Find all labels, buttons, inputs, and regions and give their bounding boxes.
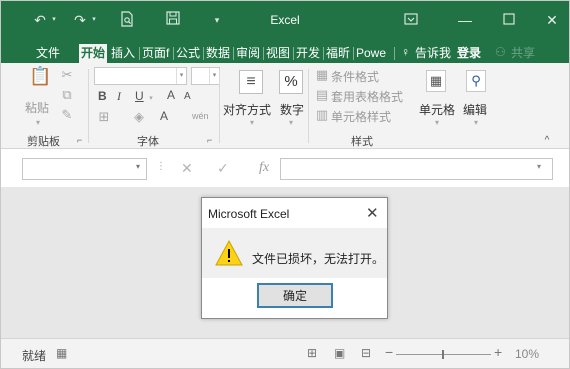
- tab-review[interactable]: 审阅: [234, 44, 262, 63]
- formula-bar: ▾ ⋮ ✕ ✓ fx ▾: [1, 149, 569, 187]
- cells-icon[interactable]: ▦: [426, 70, 446, 92]
- font-name-combo[interactable]: ▾: [94, 67, 187, 85]
- cancel-icon[interactable]: ✕: [181, 160, 193, 177]
- dialog-body: 文件已损坏，无法打开。: [202, 228, 387, 278]
- conditional-formatting-button[interactable]: 条件格式: [331, 68, 379, 85]
- tab-developer[interactable]: 开发: [294, 44, 322, 63]
- tab-data[interactable]: 数据: [204, 44, 232, 63]
- title-bar: ↶ ▾ ↷ ▾ ▾ Excel — ✕: [1, 1, 569, 41]
- format-as-table-icon[interactable]: ▤: [315, 87, 329, 103]
- percent-symbol: %: [284, 73, 298, 90]
- underline-dropdown-icon[interactable]: ▾: [147, 91, 155, 107]
- group-separator: [308, 69, 309, 143]
- borders-icon[interactable]: ⊞: [97, 109, 111, 125]
- underline-button[interactable]: U: [135, 89, 144, 103]
- format-painter-icon[interactable]: ✎: [60, 107, 74, 123]
- enter-icon[interactable]: ✓: [217, 160, 229, 177]
- close-icon[interactable]: ✕: [542, 11, 562, 29]
- maximize-icon[interactable]: [499, 11, 519, 29]
- status-ready: 就绪: [22, 349, 47, 363]
- phonetic-button[interactable]: wén: [192, 111, 209, 121]
- tab-page-layout[interactable]: 页面f: [140, 44, 171, 63]
- chevron-down-icon[interactable]: ▾: [247, 115, 257, 131]
- insert-function-button[interactable]: fx: [259, 160, 269, 176]
- tab-file[interactable]: 文件: [34, 44, 62, 63]
- chevron-down-icon[interactable]: ▾: [432, 115, 442, 131]
- user-icon: ⚇: [495, 45, 506, 59]
- collapse-ribbon-icon[interactable]: ^: [541, 133, 553, 149]
- zoom-level[interactable]: 10%: [515, 347, 539, 361]
- name-box[interactable]: ▾: [22, 158, 147, 180]
- ribbon-tabs: 文件 开始 插入 页面f 公式 数据 审阅 视图 开发 福昕 Powe ♀ 告诉…: [1, 41, 569, 63]
- number-format-icon[interactable]: %: [279, 70, 303, 94]
- alignment-icon[interactable]: ≡: [239, 70, 263, 94]
- group-label-font: 字体: [137, 136, 159, 148]
- tell-me-box[interactable]: 告诉我: [413, 44, 453, 63]
- cut-icon[interactable]: ✂: [60, 67, 74, 83]
- ribbon-display-icon[interactable]: [401, 11, 421, 29]
- dialog-footer: 确定: [202, 278, 387, 318]
- bold-button[interactable]: B: [98, 89, 107, 103]
- format-as-table-button[interactable]: 套用表格格式: [331, 88, 403, 105]
- window-title: Excel: [270, 13, 300, 27]
- paste-button[interactable]: 粘贴: [25, 99, 49, 116]
- dialog-title-bar: Microsoft Excel ✕: [202, 198, 387, 228]
- clipboard-launcher-icon[interactable]: ⌐: [77, 135, 82, 145]
- ribbon-home: 📋 ✂ ⧉ ✎ 粘贴 ▾ 剪贴板 ⌐ ▾ ▾ B I U ▾ A A ⊞ ◈ A…: [1, 63, 569, 149]
- tab-view[interactable]: 视图: [264, 44, 292, 63]
- chevron-down-icon[interactable]: ▾: [136, 162, 140, 171]
- page-layout-view-icon[interactable]: ▣: [334, 346, 345, 360]
- dialog-close-icon[interactable]: ✕: [366, 204, 379, 222]
- cell-styles-button[interactable]: 单元格样式: [331, 108, 391, 125]
- ok-button[interactable]: 确定: [257, 283, 333, 308]
- tab-power[interactable]: Powe: [354, 44, 388, 63]
- zoom-out-icon[interactable]: −: [385, 344, 393, 360]
- chevron-down-icon[interactable]: ▾: [176, 68, 186, 84]
- copy-icon[interactable]: ⧉: [60, 87, 74, 103]
- status-bar: 就绪 ▦ ⊞ ▣ ⊟ − + 10%: [1, 338, 569, 368]
- paste-dropdown-icon[interactable]: ▾: [33, 115, 43, 131]
- italic-button[interactable]: I: [117, 89, 121, 104]
- tab-home[interactable]: 开始: [79, 44, 108, 63]
- tab-separator: [394, 47, 395, 60]
- paste-icon[interactable]: 📋: [29, 67, 51, 85]
- tab-insert[interactable]: 插入: [109, 44, 137, 63]
- cell-styles-icon[interactable]: ▥: [315, 107, 329, 123]
- font-launcher-icon[interactable]: ⌐: [207, 135, 212, 145]
- search-icon[interactable]: ⚲: [466, 70, 486, 92]
- group-label-styles: 样式: [351, 136, 373, 148]
- share-button[interactable]: 共享: [509, 44, 537, 63]
- chevron-down-icon[interactable]: ▾: [286, 115, 296, 131]
- login-link[interactable]: 登录: [455, 44, 483, 63]
- normal-view-icon[interactable]: ⊞: [307, 346, 317, 360]
- fill-color-icon[interactable]: ◈: [132, 109, 146, 125]
- dialog-message: 文件已损坏，无法打开。: [252, 252, 385, 266]
- lightbulb-icon: ♀: [401, 45, 410, 59]
- error-dialog: Microsoft Excel ✕ 文件已损坏，无法打开。 确定: [201, 197, 388, 319]
- chevron-down-icon[interactable]: ▾: [471, 115, 481, 131]
- group-label-clipboard: 剪贴板: [27, 136, 60, 148]
- font-size-combo[interactable]: ▾: [191, 67, 220, 85]
- minimize-icon[interactable]: —: [455, 11, 475, 29]
- excel-window: ↶ ▾ ↷ ▾ ▾ Excel — ✕ 文件 开始 插入 页面f 公式 数据 审…: [0, 0, 570, 369]
- tab-formulas[interactable]: 公式: [174, 44, 202, 63]
- chevron-down-icon[interactable]: ▾: [209, 68, 219, 84]
- group-separator: [88, 69, 89, 143]
- zoom-slider-thumb[interactable]: [442, 350, 444, 359]
- group-separator: [219, 69, 220, 143]
- zoom-in-icon[interactable]: +: [494, 344, 502, 360]
- expand-formula-icon[interactable]: ▾: [537, 162, 541, 171]
- splitter-icon[interactable]: ⋮: [156, 161, 166, 172]
- macro-record-icon[interactable]: ▦: [56, 346, 67, 360]
- formula-input[interactable]: [280, 158, 553, 180]
- grow-font-button[interactable]: A: [167, 88, 175, 102]
- shrink-font-button[interactable]: A: [184, 91, 191, 102]
- warning-icon: [214, 239, 244, 270]
- conditional-formatting-icon[interactable]: ▦: [315, 67, 329, 83]
- dialog-title: Microsoft Excel: [208, 207, 290, 221]
- font-color-button[interactable]: A: [160, 109, 168, 123]
- tab-foxit[interactable]: 福昕: [324, 44, 352, 63]
- page-break-view-icon[interactable]: ⊟: [361, 346, 371, 360]
